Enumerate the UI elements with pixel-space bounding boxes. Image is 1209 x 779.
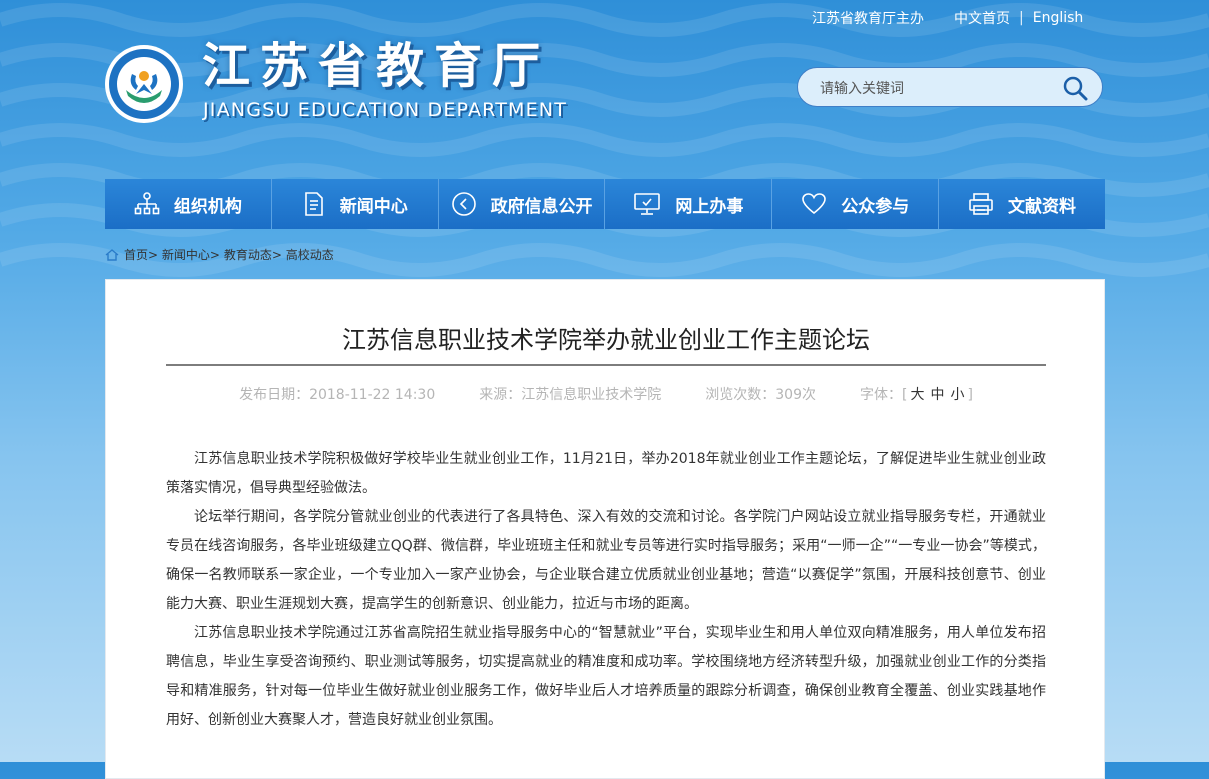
font-size-control: 字体：[大中小] (860, 384, 973, 404)
article-panel: 江苏信息职业技术学院举办就业创业工作主题论坛 发布日期：2018-11-22 1… (105, 279, 1105, 779)
search-box (797, 67, 1103, 107)
font-small-button[interactable]: 小 (950, 387, 964, 403)
publish-date: 发布日期：2018-11-22 14:30 (239, 384, 435, 404)
header-wave-pattern (0, 3, 1209, 277)
top-bar-separator: | (1019, 10, 1024, 26)
breadcrumb: 首页 > 新闻中心 > 教育动态 > 高校动态 (105, 246, 334, 263)
nav-label: 网上办事 (675, 196, 744, 217)
search-input[interactable] (818, 77, 1052, 101)
search-icon[interactable] (1062, 75, 1088, 101)
nav-label: 组织机构 (173, 196, 242, 217)
heart-icon (802, 193, 827, 215)
nav-item-public-participation[interactable]: 公众参与 (772, 179, 940, 229)
article-meta: 发布日期：2018-11-22 14:30 来源：江苏信息职业技术学院 浏览次数… (106, 384, 1106, 404)
document-icon (304, 192, 323, 216)
breadcrumb-home[interactable]: 首页 (124, 246, 148, 263)
breadcrumb-separator: > (271, 247, 282, 262)
org-chart-icon (134, 192, 160, 215)
source-label: 来源： (479, 387, 522, 403)
article-paragraph: 江苏信息职业技术学院通过江苏省高院招生就业指导服务中心的“智慧就业”平台，实现毕… (166, 625, 1046, 728)
font-medium-button[interactable]: 中 (930, 387, 944, 403)
font-size-label: 字体： (859, 387, 902, 403)
breadcrumb-news-center[interactable]: 新闻中心 (162, 246, 210, 263)
top-utility-bar: 江苏省教育厅主办 中文首页 | English (812, 8, 1083, 28)
breadcrumb-education-news[interactable]: 教育动态 (224, 246, 272, 263)
article-body: 江苏信息职业技术学院积极做好学校毕业生就业创业工作，11月21日，举办2018年… (166, 445, 1046, 735)
monitor-icon (634, 193, 661, 215)
breadcrumb-separator: > (209, 247, 220, 262)
nav-item-online-services[interactable]: 网上办事 (605, 179, 773, 229)
breadcrumb-university-news[interactable]: 高校动态 (286, 246, 334, 263)
nav-item-documents[interactable]: 文献资料 (939, 179, 1105, 229)
main-navigation: 组织机构 新闻中心 政府信息公开 网上办事 公众参与 文献资料 (105, 179, 1105, 229)
article-paragraph: 江苏信息职业技术学院积极做好学校毕业生就业创业工作，11月21日，举办2018年… (166, 451, 1046, 496)
nav-label: 新闻中心 (339, 196, 408, 217)
printer-icon (969, 193, 993, 215)
site-subtitle: JIANGSU EDUCATION DEPARTMENT (203, 99, 568, 121)
publish-date-label: 发布日期： (239, 387, 310, 403)
source-value: 江苏信息职业技术学院 (521, 387, 662, 403)
open-info-icon (451, 192, 476, 216)
site-title: 江苏省教育厅 (202, 38, 551, 94)
publish-date-value: 2018-11-22 14:30 (309, 387, 436, 403)
view-count-value: 309次 (775, 387, 816, 403)
font-size-bracket: [ (901, 387, 908, 403)
nav-label: 政府信息公开 (490, 196, 593, 217)
title-divider (166, 364, 1046, 366)
nav-item-news-center[interactable]: 新闻中心 (272, 179, 439, 229)
article-paragraph: 论坛举行期间，各学院分管就业创业的代表进行了各具特色、深入有效的交流和讨论。各学… (166, 509, 1046, 612)
nav-label: 文献资料 (1008, 196, 1077, 217)
home-icon (105, 248, 119, 261)
view-count: 浏览次数：309次 (705, 384, 816, 404)
view-count-label: 浏览次数： (705, 387, 776, 403)
english-link[interactable]: English (1033, 10, 1084, 26)
nav-item-organization[interactable]: 组织机构 (105, 179, 272, 229)
article-source: 来源：江苏信息职业技术学院 (479, 384, 661, 404)
nav-item-government-info[interactable]: 政府信息公开 (439, 179, 606, 229)
breadcrumb-separator: > (148, 247, 159, 262)
font-large-button[interactable]: 大 (910, 387, 924, 403)
chinese-home-link[interactable]: 中文首页 (954, 8, 1010, 28)
education-department-logo[interactable] (104, 44, 184, 124)
nav-label: 公众参与 (841, 196, 910, 217)
font-size-bracket: ] (967, 387, 973, 403)
host-label: 江苏省教育厅主办 (812, 11, 924, 27)
article-title: 江苏信息职业技术学院举办就业创业工作主题论坛 (342, 326, 870, 354)
